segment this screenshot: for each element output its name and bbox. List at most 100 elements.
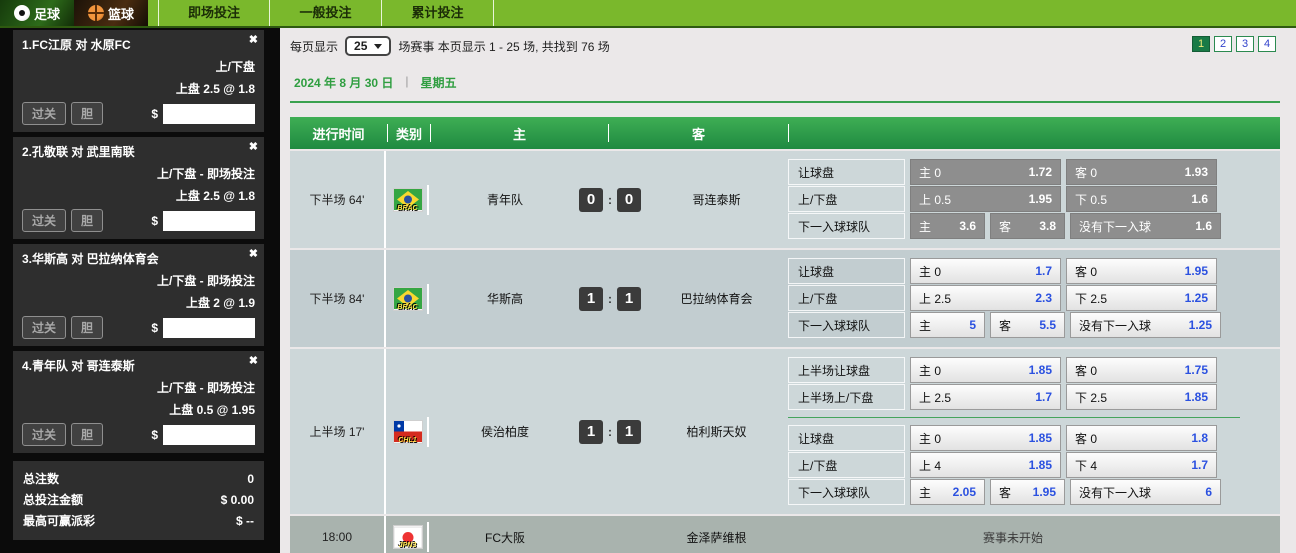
flag-code: BRAC: [397, 204, 418, 212]
total-stake-label: 总投注金额: [23, 493, 84, 507]
stake-input[interactable]: [163, 103, 255, 124]
header-category: 类别: [395, 126, 422, 142]
pagination: 1 2 3 4: [1192, 36, 1276, 52]
odds-cell[interactable]: 客 0 1.95: [1066, 258, 1217, 284]
market-label: 上/下盘: [788, 452, 905, 478]
divider: [426, 283, 429, 314]
odds-cell[interactable]: 上 4 1.85: [910, 452, 1061, 478]
pagination-page-3[interactable]: 3: [1236, 36, 1254, 52]
match-row: 下半场 64' BRAC 青年队 0 : 0 哥连泰斯 让球盘 主 0 1.72…: [290, 151, 1280, 248]
home-team: 青年队: [486, 193, 523, 207]
tab-basketball[interactable]: 篮球: [74, 0, 148, 26]
odds-cell[interactable]: 主 0 1.72: [910, 159, 1061, 185]
odds-cell[interactable]: 主 0 1.7: [910, 258, 1061, 284]
banker-button[interactable]: 胆: [71, 316, 104, 339]
pagination-page-4[interactable]: 4: [1258, 36, 1276, 52]
date-text: 2024 年 8 月 30 日: [294, 76, 394, 90]
close-icon[interactable]: ✖: [249, 142, 258, 153]
odds-cell[interactable]: 主 2.05: [910, 479, 985, 505]
score-separator: :: [608, 424, 612, 439]
match-time: 下半场 64': [290, 151, 386, 248]
odds-cell[interactable]: 客 0 1.75: [1066, 357, 1217, 383]
odds-cell[interactable]: 主 0 1.85: [910, 425, 1061, 451]
parlay-button[interactable]: 过关: [22, 102, 67, 125]
odds-cell[interactable]: 客 0 1.93: [1066, 159, 1217, 185]
odds-cell[interactable]: 下 2.5 1.25: [1066, 285, 1217, 311]
tab-general-betting[interactable]: 一般投注: [270, 0, 382, 26]
matches-table: 进行时间 类别 主 客 下半场 64' BRAC 青年队 0: 0 哥连泰斯 …: [290, 117, 1280, 553]
divider: [426, 522, 429, 552]
odds-cell[interactable]: 主 0 1.85: [910, 357, 1061, 383]
odds-cell[interactable]: 客 5.5: [990, 312, 1065, 338]
tab-football[interactable]: 足球: [0, 0, 74, 26]
market-label: 上/下盘: [788, 186, 905, 212]
odds-cell[interactable]: 主5: [910, 312, 985, 338]
close-icon[interactable]: ✖: [249, 356, 258, 367]
parlay-button[interactable]: 过关: [22, 423, 67, 446]
max-payout-value: $ --: [236, 514, 254, 528]
total-bets-label: 总注数: [23, 472, 60, 486]
odds-cell[interactable]: 下 0.5 1.6: [1066, 186, 1217, 212]
banker-button[interactable]: 胆: [71, 102, 104, 125]
close-icon[interactable]: ✖: [249, 249, 258, 260]
tab-inplay-betting[interactable]: 即场投注: [158, 0, 270, 26]
bet-market: 上/下盘 - 即场投注: [157, 274, 255, 288]
odds-cell[interactable]: 下 4 1.7: [1066, 452, 1217, 478]
stake-input[interactable]: [163, 424, 255, 445]
odds-cell[interactable]: 下 2.5 1.85: [1066, 384, 1217, 410]
away-score: 0: [617, 187, 641, 212]
match-row: 上半场 17' CHL1 侯治柏度 1 : 1 柏利斯天奴 上半场让球盘 主 0…: [290, 349, 1280, 514]
close-icon[interactable]: ✖: [249, 35, 258, 46]
home-team: 华斯高: [486, 292, 523, 306]
tab-parlay-betting[interactable]: 累计投注: [382, 0, 494, 26]
stake-input[interactable]: [163, 317, 255, 338]
divider: [788, 124, 789, 142]
currency-label: $: [151, 320, 158, 335]
tab-basketball-label: 篮球: [107, 6, 134, 22]
odds-cell[interactable]: 客 0 1.8: [1066, 425, 1217, 451]
match-time: 上半场 17': [290, 349, 386, 514]
odds-cell[interactable]: 上 0.5 1.95: [910, 186, 1061, 212]
odds-cell[interactable]: 没有下一入球 1.25: [1070, 312, 1221, 338]
pagination-page-1[interactable]: 1: [1192, 36, 1210, 52]
flag-code: CHL1: [398, 436, 417, 444]
header-home: 主: [512, 126, 526, 142]
flag-code: BRAC: [397, 303, 418, 311]
odds-cell[interactable]: 主 3.6: [910, 213, 985, 239]
bet-market: 上/下盘 - 即场投注: [157, 381, 255, 395]
bet-market: 上/下盘: [215, 60, 255, 74]
tab-football-label: 足球: [33, 6, 60, 22]
results-toolbar: 每页显示 25 场赛事 本页显示 1 - 25 场, 共找到 76 场 1 2 …: [290, 35, 1280, 57]
caret-down-icon: [374, 43, 383, 49]
home-team: 侯治柏度: [480, 425, 529, 439]
banker-button[interactable]: 胆: [71, 423, 104, 446]
per-page-label: 每页显示: [290, 39, 339, 54]
match-row: 18:00 JPN3 FC大阪 金泽萨维根 赛事未开始: [290, 516, 1280, 553]
bet-title: 4.青年队 对 哥连泰斯: [22, 359, 135, 373]
odds-cell[interactable]: 客 3.8: [990, 213, 1065, 239]
parlay-button[interactable]: 过关: [22, 209, 67, 232]
currency-label: $: [151, 106, 158, 121]
divider: [426, 184, 429, 215]
home-score: 1: [579, 419, 603, 444]
odds-cell[interactable]: 上 2.5 2.3: [910, 285, 1061, 311]
stake-input[interactable]: [163, 210, 255, 231]
odds-cell[interactable]: 没有下一入球 1.6: [1070, 213, 1221, 239]
bet-selection: 上盘 2.5 @ 1.8: [175, 82, 255, 96]
odds-cell[interactable]: 客 1.95: [990, 479, 1065, 505]
bet-title: 2.孔敬联 对 武里南联: [22, 145, 135, 159]
odds-cell[interactable]: 上 2.5 1.7: [910, 384, 1061, 410]
bet-card-3: ✖ 3.华斯高 对 巴拉纳体育会 上/下盘 - 即场投注 上盘 2 @ 1.9 …: [13, 244, 264, 346]
bet-card-2: ✖ 2.孔敬联 对 武里南联 上/下盘 - 即场投注 上盘 2.5 @ 1.8 …: [13, 137, 264, 239]
market-label: 上半场让球盘: [788, 357, 905, 383]
banker-button[interactable]: 胆: [71, 209, 104, 232]
header-away: 客: [691, 126, 705, 142]
total-stake-value: $ 0.00: [220, 493, 254, 507]
per-page-select[interactable]: 25: [345, 36, 392, 56]
match-time: 18:00: [290, 516, 386, 553]
parlay-button[interactable]: 过关: [22, 316, 67, 339]
divider: [290, 101, 1280, 103]
odds-cell[interactable]: 没有下一入球 6: [1070, 479, 1221, 505]
pagination-page-2[interactable]: 2: [1214, 36, 1232, 52]
home-score: 1: [579, 286, 603, 311]
